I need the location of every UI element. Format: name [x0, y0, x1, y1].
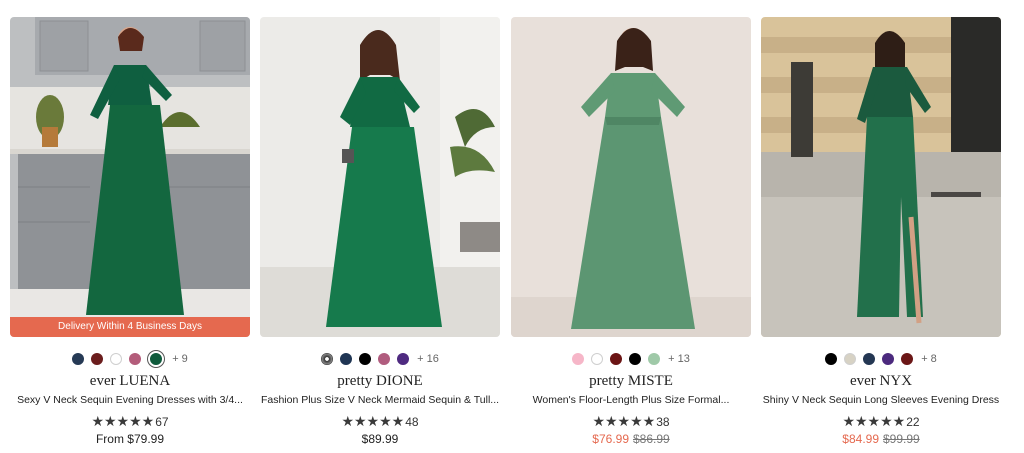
product-grid: Delivery Within 4 Business Days + 9 ever…	[0, 0, 1024, 453]
color-swatch[interactable]	[882, 353, 895, 365]
product-title[interactable]: Women's Floor-Length Plus Size Formal...	[511, 394, 751, 408]
review-count: 38	[656, 414, 670, 429]
price: $84.99 $99.99	[761, 432, 1001, 447]
price: From $79.99	[95, 432, 165, 446]
sale-price: $84.99	[842, 432, 879, 446]
delivery-banner: Delivery Within 4 Business Days	[10, 317, 250, 337]
rating: ★★★★★ 67	[10, 413, 250, 429]
more-colors[interactable]: + 8	[921, 353, 937, 365]
review-count: 22	[906, 414, 920, 429]
color-swatch[interactable]	[359, 353, 372, 365]
color-swatches: + 13	[511, 351, 751, 367]
rating: ★★★★★ 38	[511, 413, 751, 429]
color-swatch[interactable]	[591, 353, 604, 365]
color-swatch[interactable]	[110, 353, 123, 365]
sale-price: $76.99	[592, 432, 629, 446]
color-swatch[interactable]	[378, 353, 391, 365]
color-swatch[interactable]	[863, 353, 876, 365]
product-image[interactable]	[761, 17, 1001, 337]
more-colors[interactable]: + 16	[417, 353, 439, 365]
color-swatch[interactable]	[129, 353, 142, 365]
star-rating-icon: ★★★★★	[91, 413, 155, 429]
price: $76.99 $86.99	[511, 432, 751, 447]
more-colors[interactable]: + 9	[172, 353, 188, 365]
color-swatch[interactable]	[72, 353, 85, 365]
rating: ★★★★★ 48	[260, 413, 500, 429]
color-swatch-selected[interactable]	[148, 351, 165, 367]
product-image[interactable]	[260, 17, 500, 337]
review-count: 48	[405, 414, 419, 429]
star-rating-icon: ★★★★★	[842, 413, 906, 429]
collection-name[interactable]: ever LUENA	[10, 373, 250, 391]
product-card[interactable]: Delivery Within 4 Business Days + 9 ever…	[10, 17, 250, 447]
color-swatch[interactable]	[91, 353, 104, 365]
original-price: $99.99	[883, 432, 920, 446]
rating: ★★★★★ 22	[761, 413, 1001, 429]
product-card[interactable]: + 13 pretty MISTE Women's Floor-Length P…	[511, 17, 751, 447]
star-rating-icon: ★★★★★	[341, 413, 405, 429]
color-swatch[interactable]	[397, 353, 410, 365]
color-swatch[interactable]	[572, 353, 585, 365]
product-image[interactable]: Delivery Within 4 Business Days	[10, 17, 250, 337]
collection-name[interactable]: pretty DIONE	[260, 373, 500, 391]
product-title[interactable]: Sexy V Neck Sequin Evening Dresses with …	[10, 394, 250, 408]
collection-name[interactable]: ever NYX	[761, 373, 1001, 391]
product-card[interactable]: + 8 ever NYX Shiny V Neck Sequin Long Sl…	[761, 17, 1001, 447]
product-card[interactable]: + 16 pretty DIONE Fashion Plus Size V Ne…	[260, 17, 500, 447]
more-colors[interactable]: + 13	[668, 353, 690, 365]
color-swatches: + 9	[10, 351, 250, 367]
product-image[interactable]	[511, 17, 751, 337]
color-swatch[interactable]	[629, 353, 642, 365]
color-swatch-pattern[interactable]	[321, 353, 334, 365]
collection-name[interactable]: pretty MISTE	[511, 373, 751, 391]
product-title[interactable]: Fashion Plus Size V Neck Mermaid Sequin …	[260, 394, 500, 408]
color-swatches: + 8	[761, 351, 1001, 367]
color-swatch[interactable]	[825, 353, 838, 365]
color-swatch[interactable]	[340, 353, 353, 365]
color-swatch[interactable]	[648, 353, 661, 365]
color-swatch[interactable]	[901, 353, 914, 365]
color-swatch[interactable]	[844, 353, 857, 365]
original-price: $86.99	[633, 432, 670, 446]
color-swatch[interactable]	[610, 353, 623, 365]
star-rating-icon: ★★★★★	[592, 413, 656, 429]
color-swatches: + 16	[260, 351, 500, 367]
product-title[interactable]: Shiny V Neck Sequin Long Sleeves Evening…	[761, 394, 1001, 408]
price: $89.99	[361, 432, 399, 446]
review-count: 67	[155, 414, 169, 429]
